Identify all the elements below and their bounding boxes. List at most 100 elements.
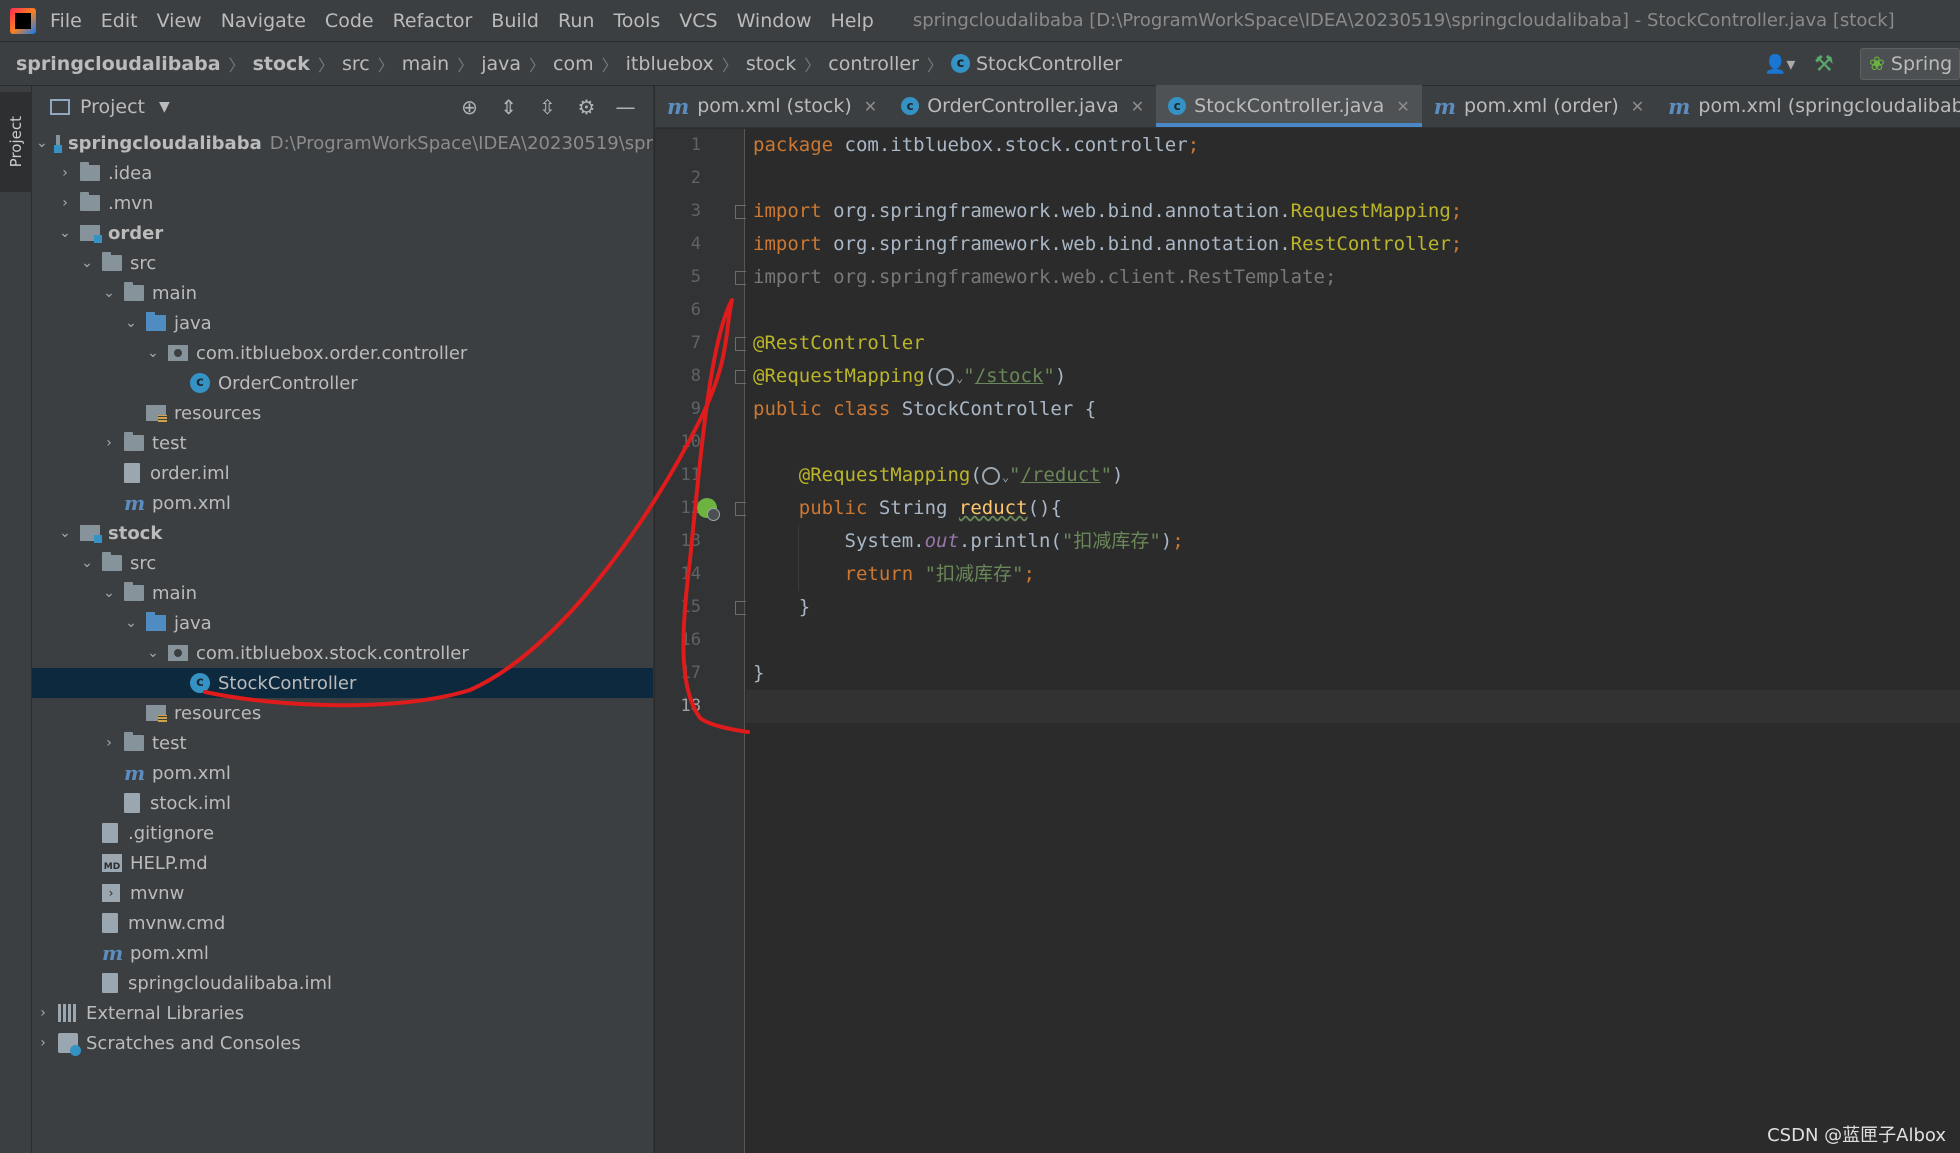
menu-refactor[interactable]: Refactor <box>393 10 473 32</box>
tree-item-root-iml[interactable]: › springcloudalibaba.iml <box>32 968 653 998</box>
tree-item-scratches[interactable]: › Scratches and Consoles <box>32 1028 653 1058</box>
menu-build[interactable]: Build <box>491 10 539 32</box>
chevron-down-icon[interactable]: ⌄ <box>58 225 72 241</box>
web-endpoint-icon[interactable] <box>981 466 1000 485</box>
tree-item-stock-src[interactable]: ⌄ src <box>32 548 653 578</box>
tree-item-root-pom[interactable]: › m pom.xml <box>32 938 653 968</box>
locate-target-icon[interactable]: ⊕ <box>450 95 489 119</box>
chevron-right-icon[interactable]: › <box>58 165 72 181</box>
tree-item-stock-pom[interactable]: › m pom.xml <box>32 758 653 788</box>
hide-panel-icon[interactable]: — <box>606 95 645 119</box>
chevron-down-icon[interactable]: ⌄ <box>146 645 160 661</box>
line-number: 10 <box>680 432 701 452</box>
menu-tools[interactable]: Tools <box>613 10 660 32</box>
chevron-down-icon[interactable]: ⌄ <box>80 555 94 571</box>
tree-item-order-resources[interactable]: › resources <box>32 398 653 428</box>
tree-item-gitignore[interactable]: › .gitignore <box>32 818 653 848</box>
menu-edit[interactable]: Edit <box>101 10 138 32</box>
tree-item-order[interactable]: ⌄ order <box>32 218 653 248</box>
tab-order-controller[interactable]: c OrderController.java ✕ <box>889 85 1156 127</box>
project-tool-window-tab[interactable]: Project <box>0 92 32 192</box>
tree-item-order-java[interactable]: ⌄ java <box>32 308 653 338</box>
tree-item-stock-controller[interactable]: › c StockController <box>32 668 653 698</box>
breadcrumb-java[interactable]: java <box>481 53 521 75</box>
breadcrumb-com[interactable]: com <box>553 53 594 75</box>
chevron-right-icon[interactable]: › <box>36 1005 50 1021</box>
breadcrumb-project[interactable]: springcloudalibaba <box>16 53 221 75</box>
chevron-down-icon[interactable]: ⌄ <box>102 585 116 601</box>
chevron-down-icon[interactable]: ⌄ <box>124 315 138 331</box>
gear-icon[interactable]: ⚙ <box>567 95 606 119</box>
tree-item-mvn[interactable]: › .mvn <box>32 188 653 218</box>
tree-item-order-test[interactable]: › test <box>32 428 653 458</box>
tab-pom-root[interactable]: m pom.xml (springcloudalibaba) ✕ <box>1656 85 1960 127</box>
tree-item-root[interactable]: ⌄ springcloudalibaba D:\ProgramWorkSpace… <box>32 128 653 158</box>
tree-item-stock[interactable]: ⌄ stock <box>32 518 653 548</box>
chevron-down-icon[interactable]: ⌄ <box>146 345 160 361</box>
chevron-down-icon[interactable]: ⌄ <box>80 255 94 271</box>
tab-stock-controller[interactable]: c StockController.java ✕ <box>1156 85 1422 127</box>
close-icon[interactable]: ✕ <box>1631 97 1644 116</box>
tree-item-order-main[interactable]: ⌄ main <box>32 278 653 308</box>
build-hammer-icon[interactable]: ⚒ <box>1814 52 1844 77</box>
breadcrumb-class[interactable]: c StockController <box>950 53 1122 75</box>
chevron-right-icon[interactable]: › <box>58 195 72 211</box>
tree-item-stock-java[interactable]: ⌄ java <box>32 608 653 638</box>
tree-item-help[interactable]: › MD HELP.md <box>32 848 653 878</box>
tree-item-mvnw-cmd[interactable]: › mvnw.cmd <box>32 908 653 938</box>
menu-window[interactable]: Window <box>737 10 812 32</box>
chevron-down-icon[interactable]: ⌄ <box>36 135 48 151</box>
breadcrumb-src[interactable]: src <box>342 53 370 75</box>
tree-item-order-iml[interactable]: › order.iml <box>32 458 653 488</box>
menu-run[interactable]: Run <box>558 10 594 32</box>
tab-pom-order[interactable]: m pom.xml (order) ✕ <box>1422 85 1656 127</box>
tree-item-order-src[interactable]: ⌄ src <box>32 248 653 278</box>
menu-code[interactable]: Code <box>325 10 374 32</box>
code-line-current[interactable] <box>746 690 1960 723</box>
collapse-all-icon[interactable]: ⇳ <box>528 95 567 119</box>
tree-item-order-package[interactable]: ⌄ com.itbluebox.order.controller <box>32 338 653 368</box>
chevron-down-icon[interactable]: ⌄ <box>124 615 138 631</box>
tree-item-order-controller[interactable]: › c OrderController <box>32 368 653 398</box>
chevron-right-icon[interactable]: › <box>36 1035 50 1051</box>
close-icon[interactable]: ✕ <box>1396 97 1409 116</box>
spring-request-mapping-icon[interactable] <box>697 498 720 521</box>
breadcrumb-stock[interactable]: stock <box>746 53 796 75</box>
chevron-down-icon[interactable]: ▼ <box>159 99 170 115</box>
chevron-right-icon[interactable]: › <box>102 735 116 751</box>
project-panel-title[interactable]: Project <box>80 96 145 118</box>
tree-item-stock-package[interactable]: ⌄ com.itbluebox.stock.controller <box>32 638 653 668</box>
tree-item-idea[interactable]: › .idea <box>32 158 653 188</box>
breadcrumb-controller[interactable]: controller <box>828 53 919 75</box>
tree-item-external-libraries[interactable]: › External Libraries <box>32 998 653 1028</box>
tree-item-stock-iml[interactable]: › stock.iml <box>32 788 653 818</box>
web-endpoint-icon[interactable] <box>936 367 955 386</box>
menu-help[interactable]: Help <box>830 10 873 32</box>
tree-item-stock-resources[interactable]: › resources <box>32 698 653 728</box>
tree-item-stock-main[interactable]: ⌄ main <box>32 578 653 608</box>
chevron-right-icon[interactable]: › <box>102 435 116 451</box>
run-configuration-selector[interactable]: ❀ Spring <box>1860 48 1960 80</box>
close-icon[interactable]: ✕ <box>1131 97 1144 116</box>
tree-item-stock-test[interactable]: › test <box>32 728 653 758</box>
chevron-down-icon[interactable]: ⌄ <box>102 285 116 301</box>
chevron-down-icon[interactable]: ⌄ <box>1002 470 1009 484</box>
editor-gutter[interactable]: 1 2 3 4 5 6 7 8 9 10 11 12 13 14 15 16 1… <box>655 129 747 1153</box>
tree-item-label: .idea <box>108 162 153 184</box>
expand-all-icon[interactable]: ⇕ <box>489 95 528 119</box>
tree-item-mvnw[interactable]: › › mvnw <box>32 878 653 908</box>
user-icon[interactable]: 👤▾ <box>1764 54 1804 75</box>
breadcrumb-main[interactable]: main <box>402 53 449 75</box>
tree-item-order-pom[interactable]: › m pom.xml <box>32 488 653 518</box>
code-editor[interactable]: package com.itbluebox.stock.controller; … <box>746 129 1960 1153</box>
menu-view[interactable]: View <box>157 10 202 32</box>
menu-navigate[interactable]: Navigate <box>221 10 306 32</box>
close-icon[interactable]: ✕ <box>864 97 877 116</box>
breadcrumb-itbluebox[interactable]: itbluebox <box>626 53 714 75</box>
breadcrumb-module[interactable]: stock <box>253 53 310 75</box>
resources-folder-icon <box>146 405 167 422</box>
menu-vcs[interactable]: VCS <box>679 10 717 32</box>
menu-file[interactable]: File <box>50 10 82 32</box>
tab-pom-stock[interactable]: m pom.xml (stock) ✕ <box>655 85 889 127</box>
chevron-down-icon[interactable]: ⌄ <box>58 525 72 541</box>
